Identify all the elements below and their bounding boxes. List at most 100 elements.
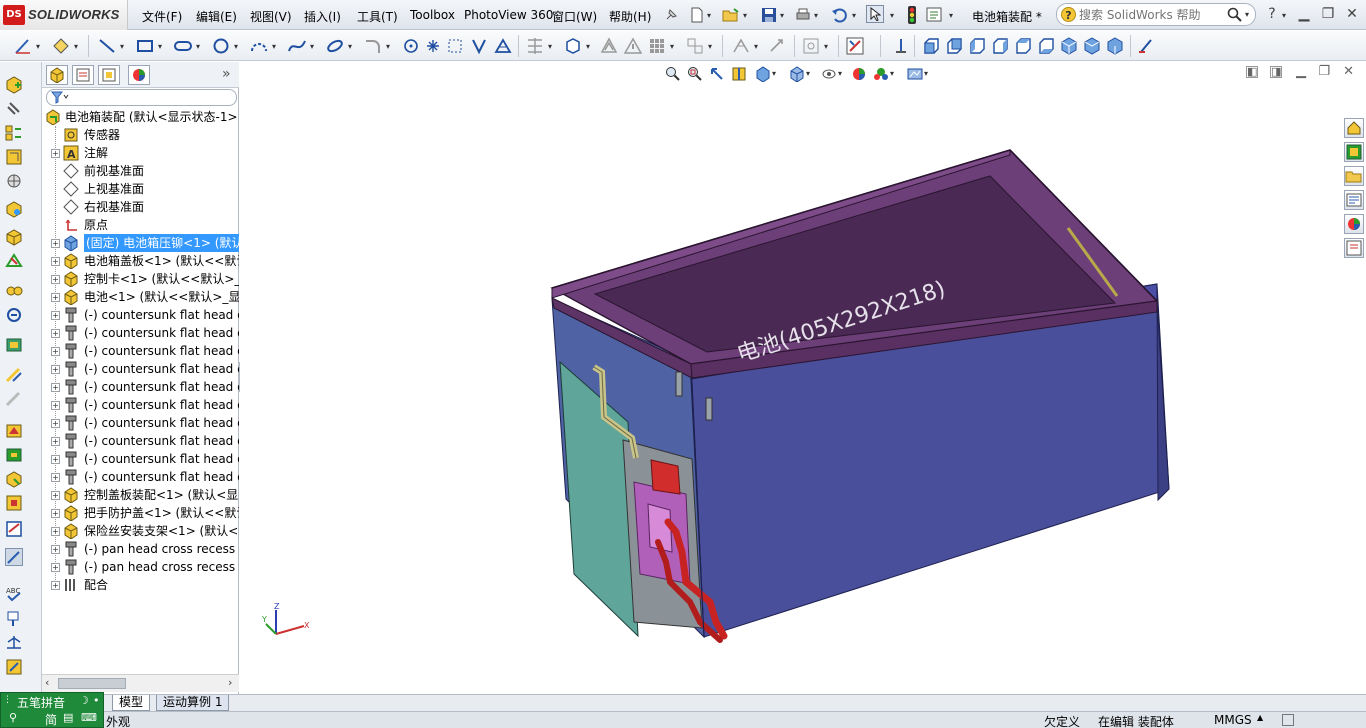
view-selector-icon[interactable] [1137,37,1155,55]
new-document-icon[interactable] [688,6,706,24]
ime-search-icon[interactable]: ⚲ [9,711,17,724]
feature-tree-filter[interactable] [46,89,237,106]
pushpin-icon[interactable] [662,6,680,24]
format-painter-icon[interactable] [5,610,23,628]
feature-tree-tab-icon[interactable] [46,65,68,85]
ellipse-icon[interactable] [326,37,344,55]
menu-photoview[interactable]: PhotoView 360 [464,8,553,22]
chevron-down-icon[interactable]: ▾ [1245,10,1249,19]
tab-motion-study[interactable]: 运动算例 1 [156,695,230,711]
chevron-down-icon[interactable]: ▾ [708,42,712,51]
chevron-down-icon[interactable]: ▾ [890,11,894,20]
file-explorer-icon[interactable] [1344,166,1364,186]
mass-properties-icon[interactable] [5,634,23,652]
plane-icon[interactable] [494,37,512,55]
statistics-icon[interactable] [5,658,23,676]
tree-item[interactable]: 前视基准面 [42,162,239,180]
chevron-down-icon[interactable]: ▾ [272,42,276,51]
chevron-down-icon[interactable]: ▾ [158,42,162,51]
appearances-scenes-icon[interactable] [1344,214,1364,234]
clearance-verification-icon[interactable] [5,446,23,464]
new-motion-study-icon[interactable] [5,282,23,300]
status-checkbox-icon[interactable] [1282,714,1294,726]
measure-icon[interactable] [5,494,23,512]
show-hidden-icon[interactable] [5,200,23,218]
save-icon[interactable] [760,6,778,24]
tree-item[interactable]: + (-) countersunk flat head c [42,432,239,450]
rectangle-icon[interactable] [136,37,154,55]
menu-edit[interactable]: 编辑(E) [196,8,237,25]
chevron-down-icon[interactable]: ▾ [586,42,590,51]
quick-snaps-icon[interactable] [802,37,820,55]
back-view-icon[interactable] [945,37,963,55]
move-entities-icon[interactable] [686,37,704,55]
horizontal-scrollbar[interactable]: ‹ › [42,674,239,692]
help-icon[interactable]: ? [1262,5,1282,23]
spell-check-icon[interactable]: ABC [5,584,23,602]
property-manager-tab-icon[interactable] [72,65,94,85]
scroll-left-icon[interactable]: ‹ [45,676,49,689]
assembly-features-icon[interactable] [5,228,23,246]
expand-icon[interactable]: + [51,275,60,284]
expand-icon[interactable]: + [51,581,60,590]
expand-icon[interactable]: + [51,455,60,464]
configuration-manager-tab-icon[interactable] [98,65,120,85]
move-component-icon[interactable] [5,172,23,190]
front-view-icon[interactable] [922,37,940,55]
chevron-down-icon[interactable]: ▾ [120,42,124,51]
chevron-down-icon[interactable]: ▾ [1282,11,1286,20]
mate-icon[interactable] [5,100,23,118]
rebuild-traffic-light-icon[interactable] [903,6,921,24]
chevron-down-icon[interactable]: ▾ [36,42,40,51]
expand-icon[interactable]: + [51,383,60,392]
select-cursor-icon[interactable] [866,5,884,23]
instant3d-icon[interactable] [5,390,23,408]
help-search-input[interactable] [1079,7,1219,22]
tree-item[interactable]: + 配合 [42,576,239,594]
bottom-view-icon[interactable] [1037,37,1055,55]
tree-item[interactable]: + (-) countersunk flat head c [42,378,239,396]
expand-icon[interactable]: + [51,239,60,248]
expand-icon[interactable]: + [51,437,60,446]
display-relations-icon[interactable] [732,37,750,55]
rapid-sketch-icon[interactable] [846,37,864,55]
ime-keyboard-icon[interactable]: ⌨ [81,711,97,724]
smart-fasteners-icon[interactable] [5,148,23,166]
units-selector[interactable]: MMGS [1214,713,1252,727]
custom-properties-icon[interactable] [1344,238,1364,258]
expand-icon[interactable]: + [51,293,60,302]
sketch-text-icon[interactable] [470,37,488,55]
polygon-icon[interactable] [402,37,420,55]
bill-of-materials-icon[interactable] [5,306,23,324]
right-view-icon[interactable] [991,37,1009,55]
minimize-button[interactable]: ▁ [1294,5,1314,23]
trim-entities-icon[interactable] [526,37,544,55]
tree-item[interactable]: + (-) countersunk flat head c [42,342,239,360]
tree-item[interactable]: + (-) pan head cross recess [42,540,239,558]
tree-item[interactable]: + 保险丝安装支架<1> (默认< [42,522,239,540]
expand-icon[interactable]: + [51,329,60,338]
expand-icon[interactable]: + [51,149,60,158]
expand-icon[interactable]: + [51,509,60,518]
tree-item[interactable]: + (-) countersunk flat head c [42,414,239,432]
chevron-down-icon[interactable]: ▾ [824,42,828,51]
top-view-icon[interactable] [1014,37,1032,55]
tree-item[interactable]: 上视基准面 [42,180,239,198]
tree-item[interactable]: + A 注解 [42,144,239,162]
scroll-right-icon[interactable]: › [228,676,232,689]
tree-item[interactable]: 右视基准面 [42,198,239,216]
centerline-icon[interactable] [446,37,464,55]
tree-item[interactable]: 原点 [42,216,239,234]
expand-icon[interactable]: + [51,365,60,374]
normal-to-icon[interactable] [892,37,910,55]
expand-icon[interactable]: + [51,545,60,554]
ime-punct-icon[interactable]: • [93,694,100,707]
fillet-icon[interactable] [364,37,382,55]
explode-line-sketch-icon[interactable] [5,366,23,384]
spline-icon[interactable] [288,37,306,55]
expand-icon[interactable]: + [51,347,60,356]
linear-component-pattern-icon[interactable] [5,124,23,142]
chevron-down-icon[interactable]: ▾ [234,42,238,51]
chevron-down-icon[interactable]: ▾ [348,42,352,51]
tree-item[interactable]: + (-) countersunk flat head c [42,360,239,378]
